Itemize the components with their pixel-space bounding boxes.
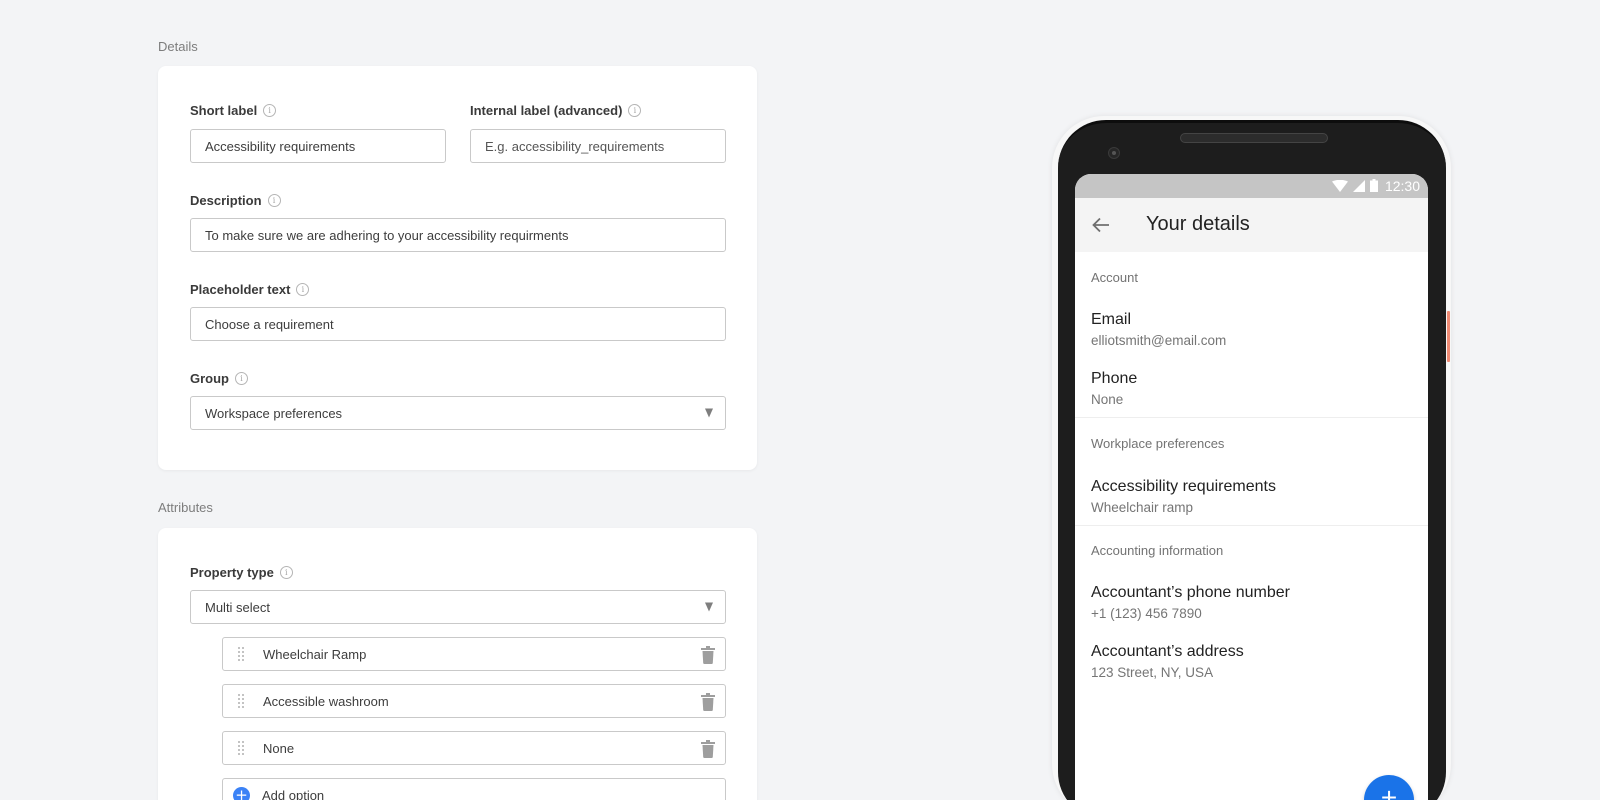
placeholder-text-label-text: Placeholder text (190, 282, 291, 297)
list-item-title[interactable]: Accessibility requirements (1091, 478, 1276, 496)
short-label-input[interactable]: Accessibility requirements (190, 129, 446, 163)
status-time: 12:30 (1384, 178, 1420, 194)
list-header-accounting: Accounting information (1091, 543, 1224, 558)
phone-side-button (1447, 311, 1450, 362)
internal-label-placeholder: E.g. accessibility_requirements (485, 138, 665, 154)
option-row: Wheelchair Ramp (222, 637, 726, 671)
list-item-subtitle: +1 (123) 456 7890 (1091, 606, 1202, 621)
drag-handle-icon[interactable] (238, 741, 246, 755)
dropdown-arrow-icon (705, 408, 713, 418)
short-label-value: Accessibility requirements (205, 138, 356, 154)
list-item-title[interactable]: Accountant’s phone number (1091, 584, 1290, 602)
trash-icon[interactable] (700, 693, 716, 711)
list-item-title[interactable]: Phone (1091, 370, 1137, 388)
info-icon[interactable]: i (267, 194, 281, 207)
app-bar: Your details (1075, 198, 1428, 252)
dropdown-arrow-icon (705, 602, 713, 612)
placeholder-text-input[interactable]: Choose a requirement (190, 307, 726, 341)
list-item-title[interactable]: Email (1091, 311, 1131, 329)
group-label-text: Group (190, 371, 229, 386)
info-icon[interactable]: i (279, 566, 293, 579)
phone-camera-icon (1108, 147, 1120, 159)
property-type-label: Property type i (190, 565, 293, 580)
description-label-text: Description (190, 193, 262, 208)
app-title: Your details (1146, 213, 1250, 235)
add-circle-icon: + (233, 786, 250, 800)
section-divider (1075, 525, 1428, 526)
phone-speaker (1180, 133, 1328, 143)
property-type-select[interactable]: Multi select (190, 590, 726, 624)
drag-handle-icon[interactable] (238, 694, 246, 708)
list-item-subtitle: 123 Street, NY, USA (1091, 665, 1214, 680)
list-item-subtitle: None (1091, 392, 1124, 407)
internal-label-input[interactable]: E.g. accessibility_requirements (470, 129, 726, 163)
list-item-subtitle: elliotsmith@email.com (1091, 333, 1227, 348)
drag-handle-icon[interactable] (238, 647, 246, 661)
status-bar: 12:30 (1075, 174, 1428, 198)
short-label-text: Short label (190, 103, 258, 118)
signal-icon (1353, 179, 1365, 192)
option-label[interactable]: Wheelchair Ramp (263, 647, 366, 662)
wifi-icon (1332, 179, 1348, 192)
list-item-title[interactable]: Accountant’s address (1091, 643, 1244, 661)
placeholder-text-label: Placeholder text i (190, 282, 310, 297)
description-label: Description i (190, 193, 281, 208)
back-arrow-icon[interactable] (1091, 215, 1111, 235)
section-divider (1075, 417, 1428, 418)
list-header-workplace: Workplace preferences (1091, 436, 1225, 451)
details-section-title: Details (158, 39, 198, 54)
info-icon[interactable]: i (263, 104, 277, 117)
placeholder-text-value: Choose a requirement (205, 316, 334, 332)
short-label-label: Short label i (190, 103, 277, 118)
phone-screen: 12:30 Your details Account Email elliots… (1075, 174, 1428, 800)
property-type-label-text: Property type (190, 565, 274, 580)
info-icon[interactable]: i (235, 372, 248, 385)
group-selected-value: Workspace preferences (205, 405, 343, 421)
attributes-section-title: Attributes (158, 500, 213, 515)
info-icon[interactable]: i (628, 104, 642, 117)
internal-label-text: Internal label (advanced) (470, 103, 623, 118)
status-icons (1332, 179, 1378, 192)
battery-icon (1370, 179, 1378, 192)
group-select[interactable]: Workspace preferences (190, 396, 726, 430)
add-option-label: Add option (262, 787, 325, 800)
property-type-selected-value: Multi select (205, 599, 271, 615)
list-item-subtitle: Wheelchair ramp (1091, 500, 1194, 515)
add-option-button[interactable]: + Add option (222, 778, 726, 800)
info-icon[interactable]: i (296, 283, 310, 296)
trash-icon[interactable] (700, 646, 716, 664)
description-input[interactable]: To make sure we are adhering to your acc… (190, 218, 726, 252)
internal-label-label: Internal label (advanced) i (470, 103, 642, 118)
trash-icon[interactable] (700, 740, 716, 758)
list-header-account: Account (1091, 270, 1138, 285)
plus-icon: + (1380, 782, 1398, 800)
option-row: Accessible washroom (222, 684, 726, 718)
option-row: None (222, 731, 726, 765)
group-label: Group i (190, 371, 248, 386)
option-label[interactable]: Accessible washroom (263, 694, 389, 709)
description-value: To make sure we are adhering to your acc… (205, 227, 569, 243)
option-label[interactable]: None (263, 741, 294, 756)
